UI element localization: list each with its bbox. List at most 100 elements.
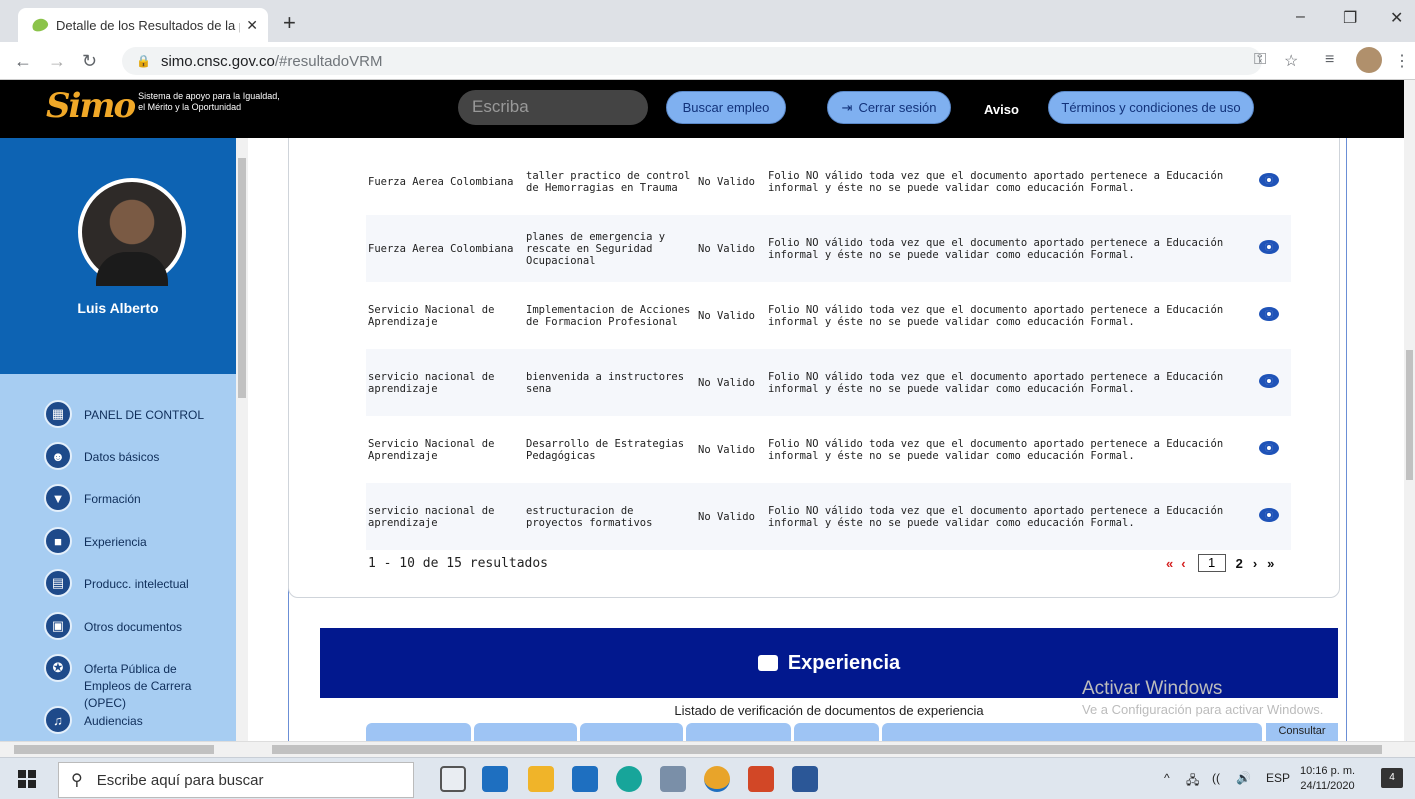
program-cell: bienvenida a instructores sena <box>524 349 696 416</box>
eye-icon[interactable] <box>1258 441 1279 455</box>
book-icon: ▤ <box>44 569 72 597</box>
sidebar-item-formacion[interactable]: ▼ Formación <box>44 484 141 512</box>
header-search-input[interactable]: Escriba <box>458 90 648 125</box>
windows-taskbar: ⚲ Escribe aquí para buscar ^ 🖧 (( 🔊 ESP … <box>0 757 1415 799</box>
eye-icon[interactable] <box>1258 240 1279 254</box>
panel-right-border <box>1346 138 1347 741</box>
forward-icon[interactable]: → <box>48 51 66 72</box>
sidebar-item-datos-basicos[interactable]: ☻ Datos básicos <box>44 442 159 470</box>
terminos-button[interactable]: Términos y condiciones de uso <box>1048 91 1254 124</box>
prev-page-button[interactable]: ‹ <box>1181 556 1185 571</box>
close-window-button[interactable]: ✕ <box>1390 8 1403 28</box>
last-page-button[interactable]: » <box>1267 556 1274 571</box>
task-view-icon[interactable] <box>440 766 466 792</box>
cerrar-sesion-button[interactable]: ⇥ Cerrar sesión <box>827 91 951 124</box>
logo-tagline: Sistema de apoyo para la Igualdad, el Mé… <box>138 91 280 112</box>
program-cell: Implementacion de Acciones de Formacion … <box>526 303 691 328</box>
browser-tab[interactable]: Detalle de los Resultados de la p ✕ <box>18 8 268 42</box>
minimize-button[interactable]: – <box>1296 8 1305 26</box>
sidebar-item-otros-documentos[interactable]: ▣ Otros documentos <box>44 612 182 640</box>
sidebar-item-opec[interactable]: ✪ Oferta Pública de Empleos de Carrera (O… <box>44 654 236 712</box>
page-2-link[interactable]: 2 <box>1236 556 1243 571</box>
table-row: servicio nacional de aprendizaje bienveni… <box>366 349 1291 416</box>
powerpoint-icon[interactable] <box>748 766 774 792</box>
windows-start-icon[interactable] <box>18 770 36 788</box>
observation-cell: Folio NO válido toda vez que el document… <box>766 215 1246 282</box>
main-scrollbar[interactable] <box>1404 80 1415 741</box>
aviso-link[interactable]: Aviso <box>984 102 1019 117</box>
entity-cell: servicio nacional de aprendizaje <box>366 483 524 550</box>
paint-icon[interactable] <box>660 766 686 792</box>
eye-icon[interactable] <box>1258 374 1279 388</box>
wifi-icon[interactable]: (( <box>1212 771 1220 785</box>
first-page-button[interactable]: « <box>1166 556 1173 571</box>
tab-close-button[interactable]: ✕ <box>246 17 258 34</box>
table-row: Servicio Nacional de Aprendizaje Desarrol… <box>366 416 1291 483</box>
horizontal-scrollbar[interactable] <box>0 741 1415 757</box>
url-path: /#resultadoVRM <box>274 52 383 70</box>
sidebar-scrollbar[interactable] <box>236 138 248 741</box>
view-cell <box>1246 416 1291 483</box>
people-icon: ☻ <box>44 442 72 470</box>
sidebar-item-panel[interactable]: ▦ PANEL DE CONTROL <box>44 400 204 428</box>
education-icon: ▼ <box>44 484 72 512</box>
briefcase-icon <box>757 655 778 671</box>
url-field[interactable]: 🔒 simo.cnsc.gov.co/#resultadoVRM <box>122 47 1262 75</box>
favicon-icon <box>30 16 50 34</box>
simo-logo[interactable]: Simo Sistema de apoyo para la Igualdad, … <box>46 86 280 126</box>
taskbar-search-input[interactable]: ⚲ Escribe aquí para buscar <box>58 762 414 798</box>
volume-icon[interactable]: 🔊 <box>1236 771 1251 785</box>
entity-cell: Fuerza Aerea Colombiana <box>368 175 514 188</box>
eye-icon[interactable] <box>1258 307 1279 321</box>
next-page-button[interactable]: › <box>1253 556 1257 571</box>
status-cell: No Valido <box>696 483 766 550</box>
document-icon: ▣ <box>44 612 72 640</box>
view-cell <box>1246 483 1291 550</box>
network-icon[interactable]: 🖧 <box>1186 771 1199 792</box>
observation-cell: Folio NO válido toda vez que el document… <box>768 169 1224 194</box>
file-explorer-icon[interactable] <box>528 766 554 792</box>
chrome-icon[interactable] <box>704 766 730 792</box>
reading-list-icon[interactable]: ≡ <box>1325 51 1334 69</box>
globe-icon: ✪ <box>44 654 72 682</box>
experiencia-table-header: Consultar <box>366 723 1338 741</box>
browser-tab-bar: Detalle de los Resultados de la p ✕ + – … <box>0 0 1415 42</box>
view-cell <box>1246 349 1291 416</box>
program-cell: Desarrollo de Estrategias Pedagógicas <box>526 437 685 462</box>
menu-dots-icon[interactable]: ⋮ <box>1394 51 1410 71</box>
key-icon[interactable]: ⚿ <box>1254 51 1266 69</box>
clock[interactable]: 10:16 p. m. 24/11/2020 <box>1300 764 1355 794</box>
observation-cell: Folio NO válido toda vez que el document… <box>766 349 1246 416</box>
activation-watermark: Activar Windows Ve a Configuración para … <box>1082 678 1324 717</box>
notification-center-icon[interactable]: 4 <box>1381 768 1403 788</box>
entity-cell: Servicio Nacional de Aprendizaje <box>368 437 495 462</box>
store-icon[interactable] <box>482 766 508 792</box>
search-icon: ⚲ <box>71 772 83 789</box>
page-input[interactable]: 1 <box>1197 554 1226 572</box>
col-header <box>882 723 1262 741</box>
mail-icon[interactable] <box>572 766 598 792</box>
reload-icon[interactable]: ↻ <box>82 51 97 72</box>
profile-avatar[interactable] <box>1356 47 1382 73</box>
buscar-empleo-button[interactable]: Buscar empleo <box>666 91 786 124</box>
logo-mark: Simo <box>46 86 136 126</box>
language-indicator[interactable]: ESP <box>1266 771 1290 785</box>
word-icon[interactable] <box>792 766 818 792</box>
status-cell: No Valido <box>698 443 755 456</box>
col-header <box>794 723 879 741</box>
maximize-button[interactable]: ❐ <box>1343 8 1357 28</box>
sidebar-item-audiencias[interactable]: ♫ Audiencias <box>44 706 143 734</box>
sidebar-item-produccion[interactable]: ▤ Producc. intelectual <box>44 569 189 597</box>
new-tab-button[interactable]: + <box>283 10 296 36</box>
tray-chevron-icon[interactable]: ^ <box>1164 771 1170 785</box>
view-cell <box>1246 215 1291 282</box>
edge-icon[interactable] <box>616 766 642 792</box>
col-header <box>580 723 683 741</box>
star-icon[interactable]: ☆ <box>1284 51 1298 71</box>
program-cell: planes de emergencia y rescate en Seguri… <box>524 215 696 282</box>
eye-icon[interactable] <box>1258 508 1279 522</box>
eye-icon[interactable] <box>1258 173 1279 187</box>
sidebar-item-experiencia[interactable]: ■ Experiencia <box>44 527 147 555</box>
back-icon[interactable]: ← <box>14 51 32 72</box>
status-cell: No Valido <box>698 175 755 188</box>
